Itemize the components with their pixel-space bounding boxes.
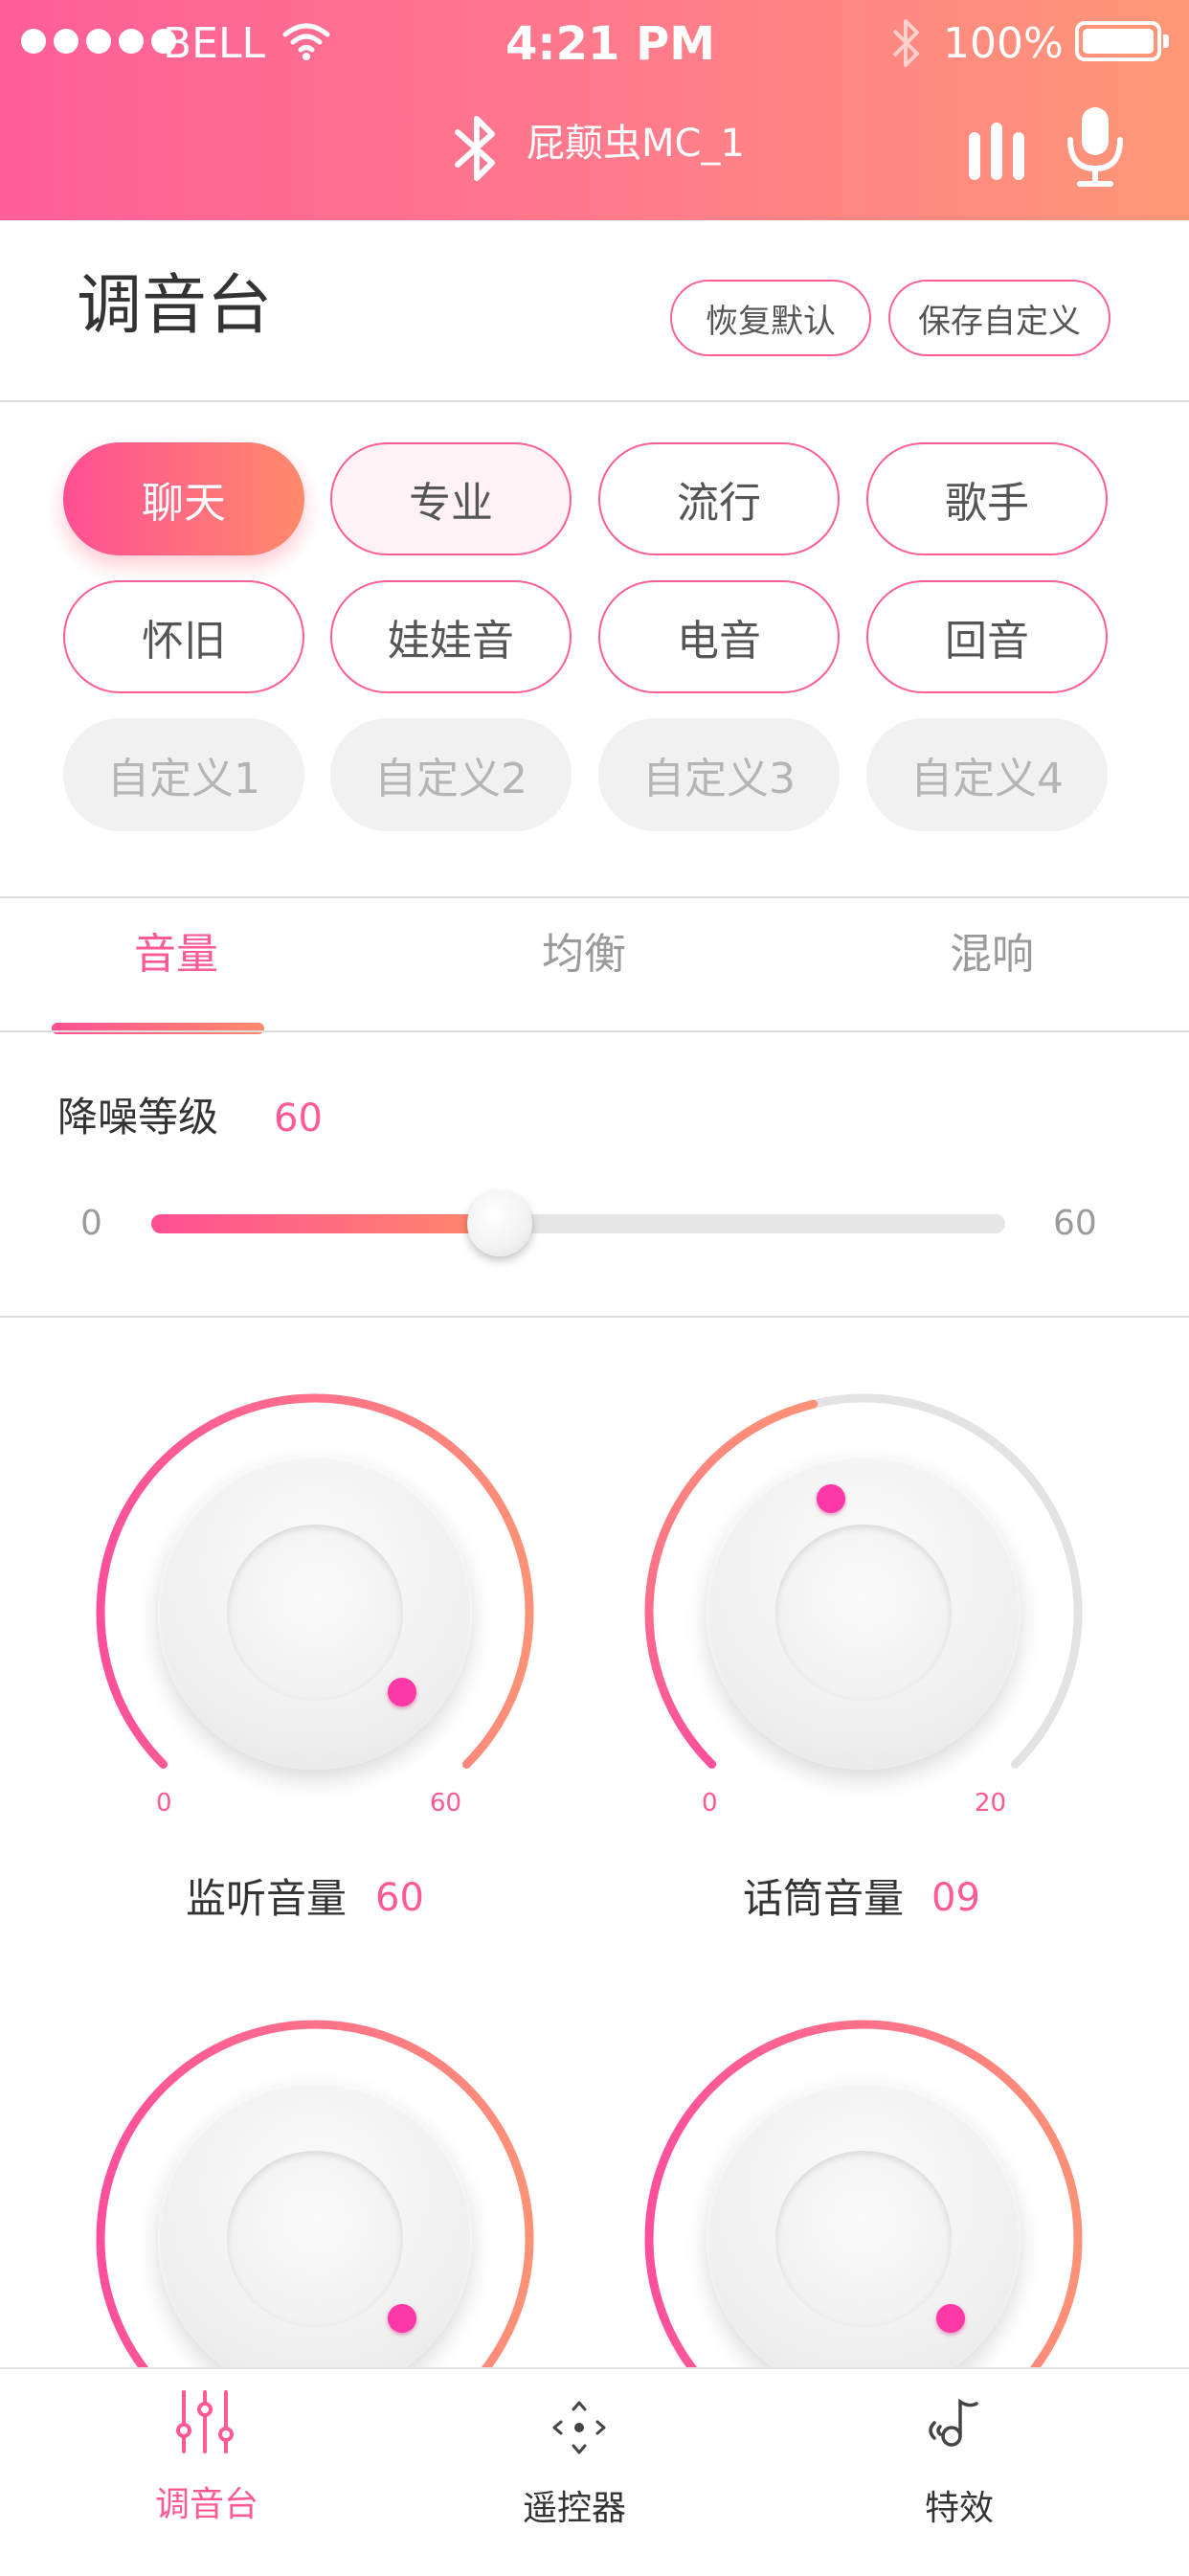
active-tab-indicator	[52, 1023, 264, 1034]
divider	[0, 1316, 1189, 1318]
slider-thumb[interactable]	[467, 1191, 532, 1256]
tab-equalizer[interactable]: 均衡	[542, 934, 626, 976]
preset-pop[interactable]: 流行	[598, 442, 840, 555]
monitor-volume-label: 监听音量	[186, 1875, 348, 1922]
save-custom-button[interactable]: 保存自定义	[888, 280, 1110, 356]
mic-volume-value: 09	[931, 1876, 980, 1920]
carrier-label: BELL	[163, 19, 266, 68]
bluetooth-status-icon	[892, 19, 919, 67]
preset-custom-2[interactable]: 自定义2	[330, 718, 572, 831]
sliders-icon	[176, 2390, 234, 2453]
monitor-volume-knob[interactable]	[95, 1392, 535, 1833]
app-header: BELL 4:21 PM 100% 屁颠虫MC_1	[0, 0, 1189, 220]
preset-chat[interactable]: 聊天	[63, 442, 304, 555]
microphone-icon[interactable]	[1065, 103, 1126, 190]
nav-item-effects[interactable]: 特效	[919, 2369, 1034, 2576]
restore-default-button[interactable]: 恢复默认	[670, 280, 871, 356]
preset-custom-1[interactable]: 自定义1	[63, 718, 304, 831]
preset-electronic[interactable]: 电音	[598, 580, 840, 693]
monitor-volume-value: 60	[375, 1876, 424, 1920]
nav-label: 遥控器	[523, 2489, 627, 2528]
nav-label: 调音台	[155, 2485, 259, 2524]
noise-reduction-label: 降噪等级	[57, 1094, 219, 1141]
signal-strength-icon	[21, 29, 176, 54]
knob-indicator	[388, 2304, 416, 2333]
preset-pro[interactable]: 专业	[330, 442, 572, 555]
wifi-icon	[282, 23, 330, 60]
noise-reduction-slider[interactable]	[151, 1214, 1005, 1233]
preset-baby-voice[interactable]: 娃娃音	[330, 580, 572, 693]
nav-item-remote[interactable]: 遥控器	[523, 2369, 666, 2576]
divider	[0, 1030, 1189, 1032]
tab-reverb[interactable]: 混响	[950, 934, 1034, 976]
nav-label: 特效	[925, 2489, 995, 2528]
music-effect-icon	[929, 2398, 978, 2447]
equalizer-bars-icon[interactable]	[967, 119, 1026, 182]
preset-echo[interactable]: 回音	[866, 580, 1108, 693]
knob-max-label: 20	[975, 1789, 1007, 1818]
remote-dpad-icon	[552, 2401, 606, 2454]
knob-min-label: 0	[702, 1789, 718, 1818]
mic-volume-label: 话筒音量	[743, 1875, 905, 1922]
slider-max-label: 60	[1053, 1204, 1097, 1243]
knob-max-label: 60	[430, 1789, 462, 1818]
preset-custom-4[interactable]: 自定义4	[866, 718, 1108, 831]
divider	[0, 896, 1189, 898]
knob-indicator	[388, 1678, 416, 1706]
page-title: 调音台	[77, 268, 273, 344]
preset-singer[interactable]: 歌手	[866, 442, 1108, 555]
status-time: 4:21 PM	[505, 17, 716, 71]
tab-volume[interactable]: 音量	[134, 934, 218, 976]
bluetooth-icon	[455, 116, 495, 181]
preset-nostalgia[interactable]: 怀旧	[63, 580, 304, 693]
battery-icon	[1075, 21, 1169, 61]
knob-indicator	[936, 2304, 965, 2333]
device-name[interactable]: 屁颠虫MC_1	[527, 124, 745, 163]
knob-min-label: 0	[156, 1789, 172, 1818]
bottom-nav: 调音台 遥控器 特效	[0, 2367, 1189, 2574]
slider-fill	[151, 1214, 502, 1233]
divider	[0, 400, 1189, 402]
slider-min-label: 0	[80, 1204, 102, 1243]
battery-percent: 100%	[943, 19, 1064, 68]
nav-item-mixer[interactable]: 调音台	[134, 2369, 278, 2576]
mic-volume-knob[interactable]	[643, 1392, 1084, 1833]
knob-indicator	[817, 1484, 845, 1513]
preset-custom-3[interactable]: 自定义3	[598, 718, 840, 831]
noise-reduction-value: 60	[274, 1096, 323, 1141]
